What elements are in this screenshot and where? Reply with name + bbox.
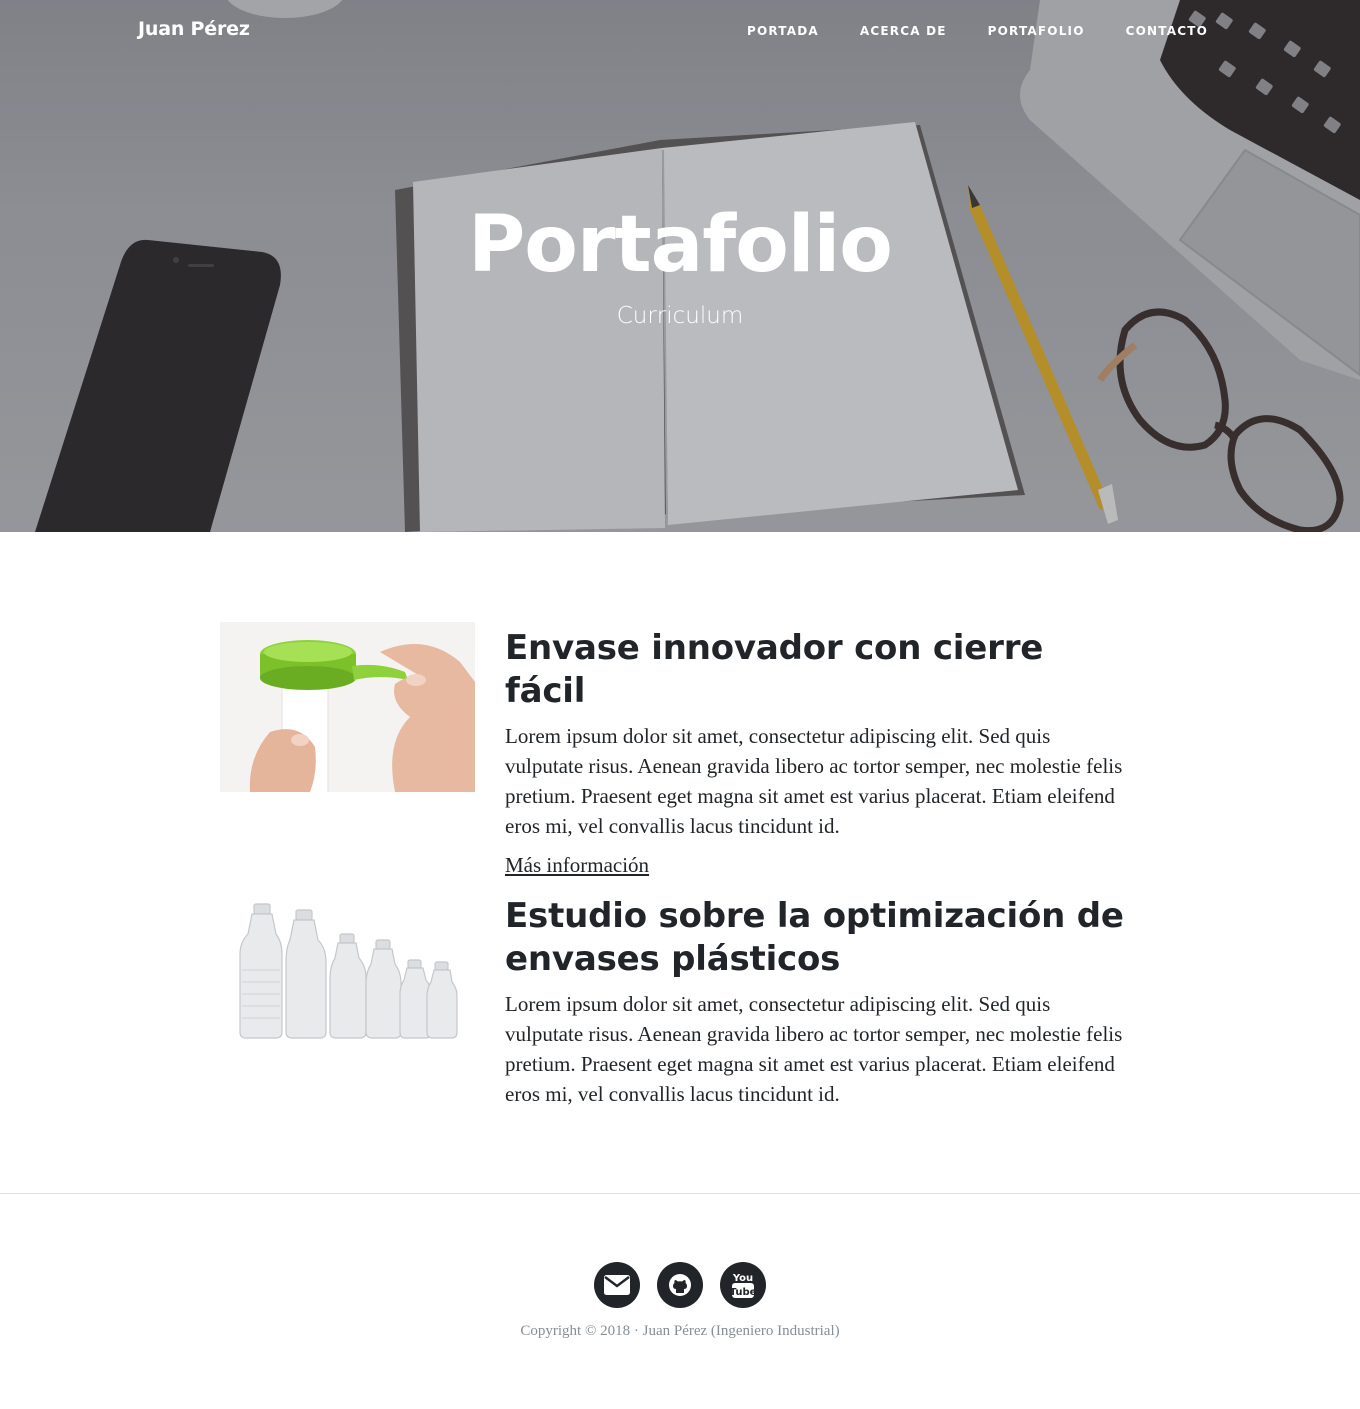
bottle-cap-image[interactable] <box>220 622 475 792</box>
portfolio-item-description: Lorem ipsum dolor sit amet, consectetur … <box>505 724 1123 838</box>
main-navbar: Juan Pérez PORTADA ACERCA DE PORTAFOLIO … <box>0 0 1360 66</box>
more-info-link[interactable]: Más información <box>505 853 649 878</box>
social-links: You Tube <box>0 1262 1360 1308</box>
youtube-label-bottom: Tube <box>731 1287 755 1298</box>
portfolio-item-body: Estudio sobre la optimización de envases… <box>505 890 1125 1109</box>
nav-links: PORTADA ACERCA DE PORTAFOLIO CONTACTO <box>706 24 1208 38</box>
portfolio-item-title: Estudio sobre la optimización de envases… <box>505 896 1124 979</box>
nav-link-portada[interactable]: PORTADA <box>747 24 819 38</box>
nav-link-contacto[interactable]: CONTACTO <box>1126 24 1208 38</box>
portfolio-item-body: Envase innovador con cierre fácil Lorem … <box>505 622 1125 878</box>
footer-divider <box>0 1193 1360 1194</box>
youtube-icon[interactable]: You Tube <box>720 1262 766 1308</box>
brand-link[interactable]: Juan Pérez <box>138 18 250 40</box>
portfolio-item-title: Envase innovador con cierre fácil <box>505 628 1044 711</box>
youtube-label-top: You <box>732 1273 753 1284</box>
github-icon[interactable] <box>657 1262 703 1308</box>
page-subtitle: Curriculum <box>616 303 744 329</box>
nav-link-portafolio[interactable]: PORTAFOLIO <box>988 24 1085 38</box>
page-title: Portafolio <box>468 200 893 290</box>
copyright-text: Copyright © 2018 · Juan Pérez (Ingeniero… <box>520 1323 840 1339</box>
masthead: Juan Pérez PORTADA ACERCA DE PORTAFOLIO … <box>0 0 1360 532</box>
nav-link-acerca-de[interactable]: ACERCA DE <box>860 24 947 38</box>
plastic-bottles-image[interactable] <box>220 890 475 1060</box>
envelope-icon[interactable] <box>594 1262 640 1308</box>
portfolio-item-description: Lorem ipsum dolor sit amet, consectetur … <box>505 992 1123 1106</box>
